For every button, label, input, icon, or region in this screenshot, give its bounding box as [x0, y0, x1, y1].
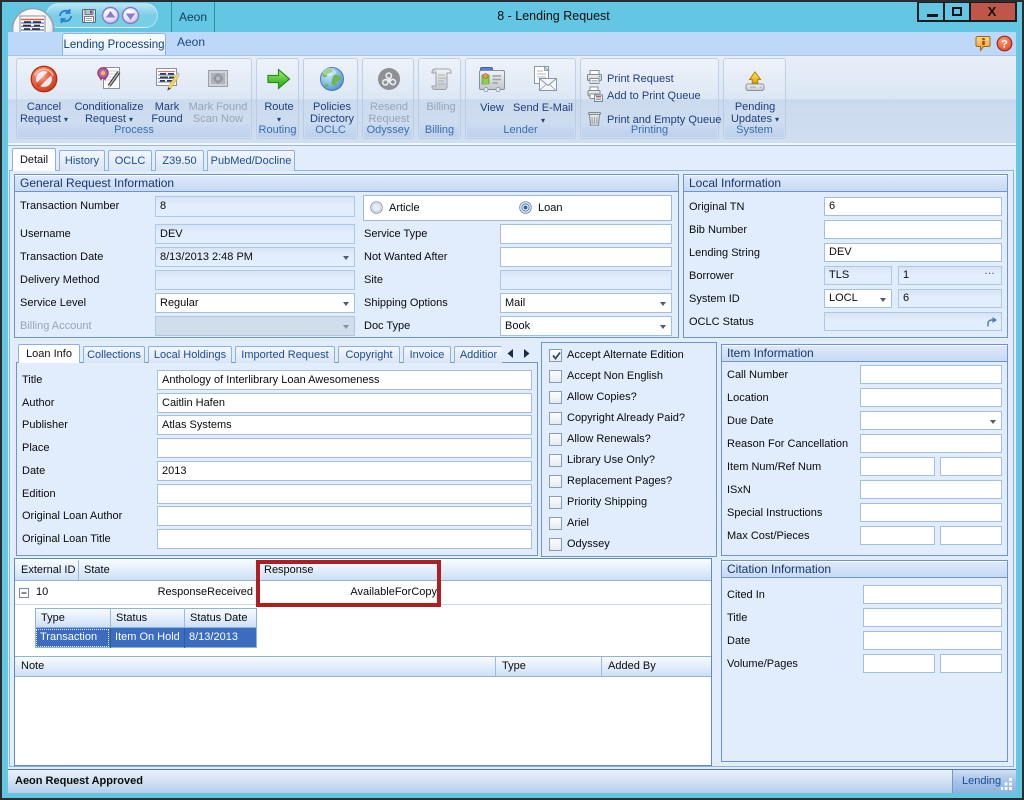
svg-text:?: ?: [1001, 39, 1008, 51]
